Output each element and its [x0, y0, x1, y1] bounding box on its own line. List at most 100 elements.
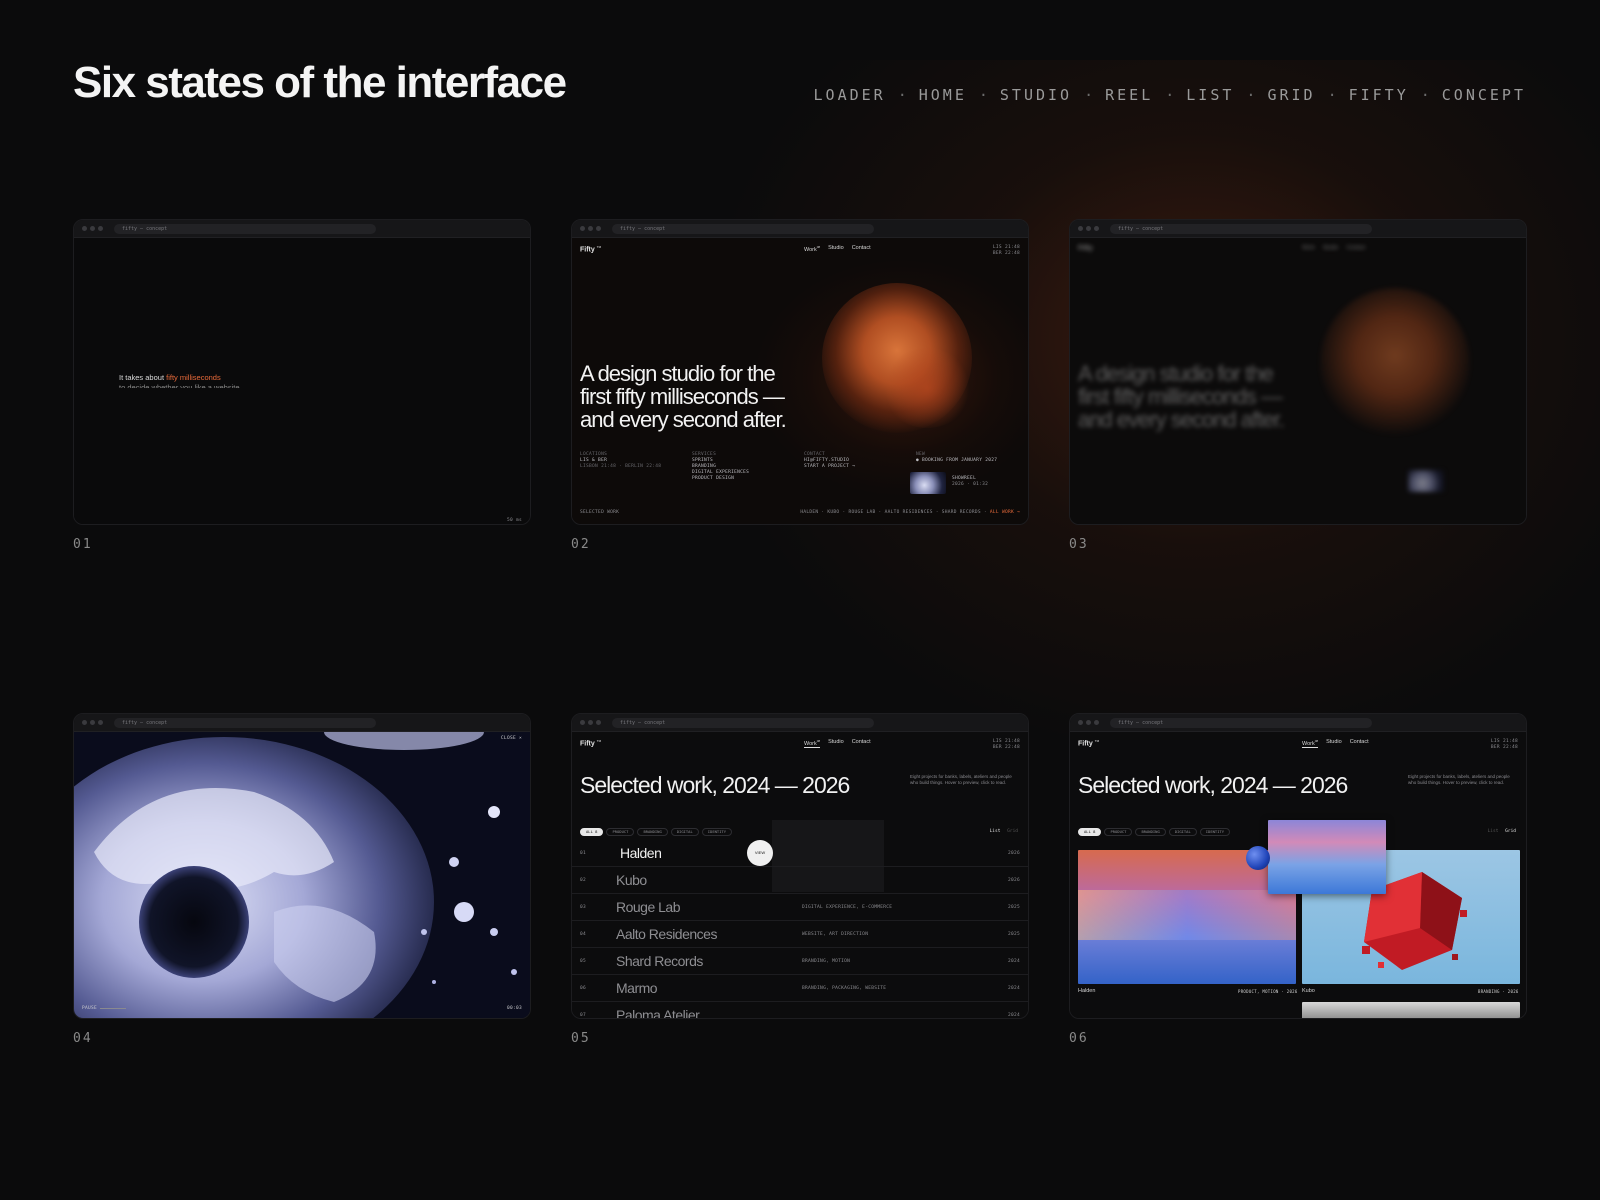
state-card-studio[interactable]: fifty — concept Fifty Work Studio Contact …	[1069, 219, 1527, 525]
filter-identity[interactable]: IDENTITY	[1199, 828, 1231, 836]
view-grid-toggle[interactable]: Grid	[1007, 829, 1018, 834]
nav-item-concept[interactable]: CONCEPT	[1442, 86, 1526, 104]
screen: Fifty TM Work08 Studio Contact LIS 21:48 B…	[572, 238, 1028, 524]
screen: CLOSE × PAUSE 00:03	[74, 732, 530, 1018]
window-dot-icon	[1086, 720, 1091, 725]
address-bar: fifty — concept	[114, 224, 376, 234]
work-blurb: Eight projects for banks, labels, atelie…	[1408, 774, 1510, 785]
nav-item-studio[interactable]: STUDIO	[1000, 86, 1072, 104]
nav-item-grid[interactable]: GRID	[1267, 86, 1315, 104]
reel-video[interactable]	[74, 732, 530, 1018]
showreel-thumbnail	[1408, 470, 1444, 492]
window-dot-icon	[90, 720, 95, 725]
state-card-list[interactable]: fifty — concept Fifty TM Work08 Studio Co…	[571, 713, 1029, 1019]
filter-all[interactable]: ALL 8	[580, 828, 604, 836]
list-item[interactable]: 01 Halden 2026	[572, 840, 1028, 867]
filter-digital[interactable]: DIGITAL	[1168, 828, 1197, 836]
menu-item-studio[interactable]: Studio	[828, 739, 844, 748]
address-bar: fifty — concept	[612, 718, 874, 728]
site-logo[interactable]: Fifty TM	[580, 245, 601, 253]
info-services: SERVICES SPRINTS BRANDING DIGITAL EXPERI…	[692, 452, 750, 481]
showreel-thumbnail[interactable]	[910, 472, 946, 494]
menu-item-studio[interactable]: Studio	[1326, 739, 1342, 748]
filter-branding[interactable]: BRANDING	[1135, 828, 1166, 836]
list-item[interactable]: 07 Paloma Atelier 2024	[572, 1002, 1028, 1018]
tile-meta-kubo: BRANDING · 2026	[1478, 989, 1519, 994]
window-dot-icon	[580, 720, 585, 725]
card-label: 01	[73, 537, 93, 552]
state-card-grid[interactable]: fifty — concept Fifty TM Work08 Studio Co…	[1069, 713, 1527, 1019]
window-dot-icon	[82, 720, 87, 725]
smoke-blob-image	[882, 348, 972, 428]
blurred-home-layer: Fifty Work Studio Contact A design studio …	[1070, 238, 1526, 524]
list-item[interactable]: 04 Aalto Residences WEBSITE, ART DIRECTI…	[572, 921, 1028, 948]
view-grid-toggle[interactable]: Grid	[1505, 829, 1516, 834]
list-item[interactable]: 03 Rouge Lab DIGITAL EXPERIENCE, E-COMME…	[572, 894, 1028, 921]
showreel-caption: SHOWREEL 2026 · 01:32	[952, 476, 989, 487]
clock: LIS 21:48 BER 22:48	[992, 245, 1020, 256]
reel-pause-button[interactable]: PAUSE	[82, 1006, 97, 1011]
filter-product[interactable]: PRODUCT	[606, 828, 635, 836]
project-tile-halden[interactable]	[1078, 850, 1296, 984]
site-logo[interactable]: Fifty TM	[580, 739, 601, 747]
window-dot-icon	[98, 226, 103, 231]
view-list-toggle[interactable]: List	[990, 829, 1001, 834]
nav-item-loader[interactable]: LOADER	[814, 86, 886, 104]
reel-close-button[interactable]: CLOSE ×	[501, 736, 522, 741]
loader-accent: fifty milliseconds	[166, 373, 221, 382]
screen: Fifty TM Work08 Studio Contact LIS 21:48 B…	[1070, 732, 1526, 1018]
start-project-link[interactable]: START A PROJECT →	[804, 464, 855, 470]
card-label: 04	[73, 1031, 93, 1046]
window-dot-icon	[588, 720, 593, 725]
filter-digital[interactable]: DIGITAL	[670, 828, 699, 836]
loader-counter: 50 ms	[506, 518, 522, 523]
filter-all[interactable]: ALL 8	[1078, 828, 1102, 836]
window-dot-icon	[588, 226, 593, 231]
nav-item-list[interactable]: LIST	[1186, 86, 1234, 104]
all-work-link[interactable]: ALL WORK →	[990, 510, 1020, 515]
filter-product[interactable]: PRODUCT	[1104, 828, 1133, 836]
card-label: 03	[1069, 537, 1089, 552]
browser-chrome: fifty — concept	[1070, 220, 1526, 238]
nav-item-home[interactable]: HOME	[919, 86, 967, 104]
list-item[interactable]: 06 Marmo BRANDING, PACKAGING, WEBSITE 20…	[572, 975, 1028, 1002]
nav-item-fifty[interactable]: FIFTY	[1349, 86, 1409, 104]
hero-heading: A design studio for the first fifty mill…	[580, 361, 787, 432]
menu-item-work[interactable]: Work08	[1302, 739, 1319, 748]
loader-text: It takes about fifty milliseconds to dec…	[119, 373, 240, 388]
state-card-loader[interactable]: fifty — concept It takes about fifty mil…	[73, 219, 531, 525]
menu-item-studio[interactable]: Studio	[828, 245, 844, 253]
reel-time: 00:03	[506, 1006, 522, 1011]
window-dot-icon	[1078, 226, 1083, 231]
filter-branding[interactable]: BRANDING	[637, 828, 668, 836]
filter-identity[interactable]: IDENTITY	[701, 828, 733, 836]
site-menu: Work08 Studio Contact	[1302, 739, 1369, 748]
view-list-toggle[interactable]: List	[1488, 829, 1499, 834]
menu-item-contact[interactable]: Contact	[1350, 739, 1369, 748]
planet-image	[74, 732, 530, 1018]
state-card-home[interactable]: fifty — concept Fifty TM Work08 Studio Co…	[571, 219, 1029, 525]
site-logo[interactable]: Fifty TM	[1078, 739, 1099, 747]
state-card-reel[interactable]: fifty — concept CLOSE × PAUSE 00:03	[73, 713, 531, 1019]
window-dot-icon	[1094, 226, 1099, 231]
state-nav: LOADER · HOME · STUDIO · REEL · LIST · GRID · …	[813, 86, 1526, 104]
selected-work-label: SELECTED WORK	[580, 510, 620, 515]
window-dot-icon	[1078, 720, 1083, 725]
smoke-blob-image	[1320, 288, 1470, 438]
tile-meta-halden: PRODUCT, MOTION · 2026	[1238, 989, 1298, 994]
clock: LIS 21:48 BER 22:48	[992, 739, 1020, 750]
project-tile-next[interactable]	[1302, 1002, 1520, 1018]
footer-project-links[interactable]: HALDEN · KUBO · ROUGE LAB · AALTO RESIDE…	[800, 510, 981, 515]
browser-chrome: fifty — concept	[1070, 714, 1526, 732]
work-title: Selected work, 2024 — 2026	[1078, 772, 1348, 798]
menu-item-contact[interactable]: Contact	[852, 739, 871, 748]
window-dot-icon	[580, 226, 585, 231]
nav-item-reel[interactable]: REEL	[1105, 86, 1153, 104]
menu-item-contact[interactable]: Contact	[852, 245, 871, 253]
menu-item-work[interactable]: Work08	[804, 739, 821, 748]
menu-item-work[interactable]: Work08	[804, 245, 820, 253]
reel-progress-bar[interactable]	[100, 1008, 126, 1009]
window-dot-icon	[82, 226, 87, 231]
list-item[interactable]: 02 Kubo 2026	[572, 867, 1028, 894]
list-item[interactable]: 05 Shard Records BRANDING, MOTION 2024	[572, 948, 1028, 975]
